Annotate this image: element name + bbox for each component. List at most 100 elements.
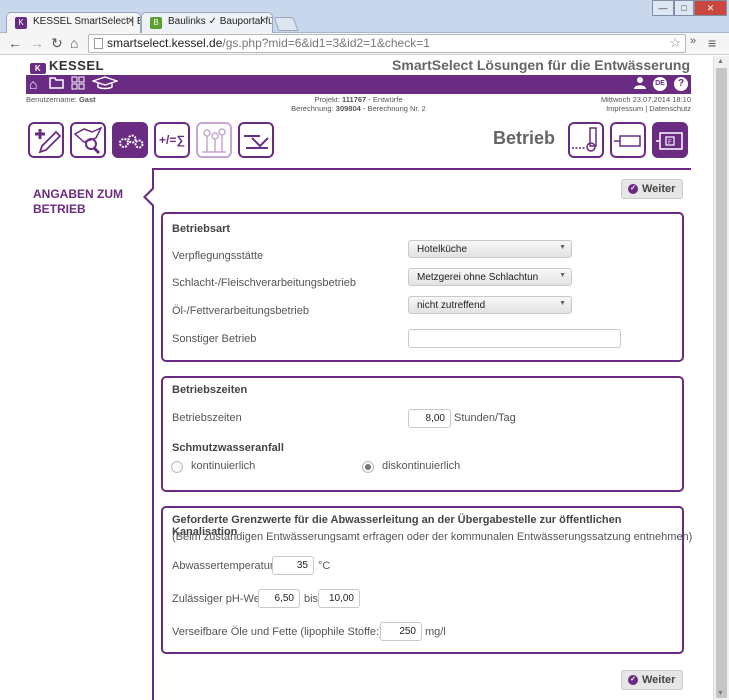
reload-icon[interactable]: ↻ <box>51 35 63 52</box>
home-icon[interactable]: ⌂ <box>70 35 78 51</box>
user-icon[interactable] <box>634 76 646 92</box>
schmutzwasser-title: Schmutzwasseranfall <box>172 442 284 454</box>
graduation-cap-icon[interactable] <box>90 76 120 93</box>
temperature-input[interactable]: 35 <box>272 556 314 575</box>
panel-betriebsart: Betriebsart Verpflegungsstätte Hotelküch… <box>161 212 684 362</box>
sidebar-label-line1: ANGABEN ZUM <box>33 187 123 201</box>
tab-title: KESSEL SmartSelect | Be <box>33 16 141 27</box>
tab-close-icon[interactable]: × <box>260 15 266 27</box>
oele-fette-unit: mg/l <box>425 626 446 638</box>
verpflegung-value: Hotelküche <box>417 244 468 255</box>
back-arrow-icon[interactable]: ← <box>8 35 22 51</box>
kessel-logo[interactable]: K KESSEL <box>30 58 104 74</box>
step-calculation-button[interactable]: +/=∑ <box>154 122 190 158</box>
radio-kontinuierlich[interactable] <box>171 461 183 473</box>
scroll-up-icon[interactable]: ▲ <box>717 58 724 65</box>
address-bar[interactable]: smartselect.kessel.de/gs.php?mid=6&id1=3… <box>88 34 686 53</box>
sidebar-section-label: ANGABEN ZUM BETRIEB <box>33 187 143 217</box>
info-row: Benutzername: Gast Projekt: 111767 - Ent… <box>26 94 691 114</box>
grid-icon[interactable] <box>71 76 85 93</box>
legal-links[interactable]: Impressum | Datenschutz <box>601 104 691 113</box>
tab-close-icon[interactable]: × <box>128 15 134 27</box>
ph-bis-label: bis <box>304 593 319 605</box>
betriebszeiten-label: Betriebszeiten <box>172 412 242 424</box>
diskontinuierlich-label: diskontinuierlich <box>382 460 461 472</box>
extensions-chevron-icon[interactable]: » <box>690 35 696 47</box>
sidebar-pointer-inner <box>146 189 154 205</box>
verpflegung-select[interactable]: Hotelküche ▼ <box>408 240 572 258</box>
panel-title: Betriebsart <box>172 223 231 235</box>
weiter-button-bottom[interactable]: ✓ Weiter <box>621 670 683 690</box>
tab-kessel[interactable]: K KESSEL SmartSelect | Be × <box>6 12 141 33</box>
home-icon[interactable]: ⌂ <box>29 76 37 92</box>
filter-box-icon: F <box>656 132 683 150</box>
tab-title: Baulinks ✓ Bauportal fü <box>168 16 273 27</box>
calc-value: 309804 <box>335 104 361 113</box>
betriebszeiten-unit: Stunden/Tag <box>454 412 516 424</box>
pipe-icon <box>614 135 641 147</box>
svg-text:F: F <box>668 140 672 146</box>
panel-betriebszeiten: Betriebszeiten Betriebszeiten 8,00 Stund… <box>161 376 684 492</box>
chevron-down-icon: ▼ <box>559 300 566 307</box>
check-circle-icon: ✓ <box>628 184 638 194</box>
browser-toolbar: ← → ↻ ⌂ smartselect.kessel.de/gs.php?mid… <box>0 33 729 55</box>
bookmark-star-icon[interactable]: ☆ <box>669 35 681 51</box>
weiter-button-top[interactable]: ✓ Weiter <box>621 179 683 199</box>
weiter-label: Weiter <box>642 183 676 195</box>
option-filter-button[interactable]: F <box>652 122 688 158</box>
minimize-button[interactable]: — <box>652 0 674 16</box>
temperature-unit: °C <box>318 560 331 572</box>
content-frame-top <box>152 168 691 170</box>
maximize-button[interactable]: □ <box>674 0 694 16</box>
project-info: Projekt: 111767 - Entwürfe Berechnung: 3… <box>26 95 691 113</box>
panel-grenzwerte: Geforderte Grenzwerte für die Abwasserle… <box>161 506 692 654</box>
tab-baulinks[interactable]: B Baulinks ✓ Bauportal fü × <box>141 12 273 33</box>
step-betrieb-button[interactable] <box>112 122 148 158</box>
page-heading: Betrieb <box>493 128 556 148</box>
option-pipe-button[interactable] <box>610 122 646 158</box>
scroll-down-icon[interactable]: ▼ <box>717 690 724 697</box>
step-search-button[interactable] <box>70 122 106 158</box>
scroll-thumb[interactable] <box>716 68 727 698</box>
sidebar-label-line2: BETRIEB <box>33 202 86 216</box>
tools-icon <box>244 135 269 149</box>
weiter-label: Weiter <box>642 674 676 686</box>
oel-betrieb-value: nicht zutreffend <box>417 300 486 311</box>
url-path: /gs.php?mid=6&id1=3&id2=1&check=1 <box>222 36 430 50</box>
oel-betrieb-select[interactable]: nicht zutreffend ▼ <box>408 296 572 314</box>
help-icon[interactable]: ? <box>674 77 688 91</box>
kontinuierlich-label: kontinuierlich <box>191 460 256 472</box>
step-new-edit-button[interactable] <box>28 122 64 158</box>
step-products-button[interactable] <box>196 122 232 158</box>
oele-fette-label: Verseifbare Öle und Fette (lipophile Sto… <box>172 626 407 638</box>
betriebszeiten-input[interactable]: 8,00 <box>408 409 451 428</box>
schlacht-select[interactable]: Metzgerei ohne Schlachtun ▼ <box>408 268 572 286</box>
chevron-down-icon: ▼ <box>559 272 566 279</box>
option-separator-button[interactable] <box>568 122 604 158</box>
flowers-icon <box>202 128 226 153</box>
grenzwerte-subtitle: (Beim zuständigen Entwässerungsamt erfra… <box>172 531 693 543</box>
sonstiger-label: Sonstiger Betrieb <box>172 333 257 345</box>
kessel-favicon-icon: K <box>15 17 27 29</box>
ph-min-input[interactable]: 6,50 <box>258 589 300 608</box>
oele-fette-input[interactable]: 250 <box>380 622 422 641</box>
kessel-logo-icon: K <box>30 63 46 74</box>
forward-arrow-icon[interactable]: → <box>30 35 44 51</box>
gears-icon <box>119 134 144 149</box>
new-tab-button[interactable] <box>273 17 299 31</box>
page-scrollbar[interactable]: ▲ ▼ <box>713 56 729 700</box>
baulinks-favicon-icon: B <box>150 17 162 29</box>
ph-max-input[interactable]: 10,00 <box>318 589 360 608</box>
language-badge[interactable]: DE <box>653 77 667 91</box>
close-window-button[interactable]: ✕ <box>694 0 727 16</box>
step-tools-button[interactable] <box>238 122 274 158</box>
url-host: smartselect.kessel.de <box>107 36 223 50</box>
folder-icon[interactable] <box>49 76 64 92</box>
verpflegung-label: Verpflegungsstätte <box>172 250 264 262</box>
radio-diskontinuierlich[interactable] <box>362 461 374 473</box>
menu-icon[interactable]: ≡ <box>708 35 716 51</box>
browser-titlebar: K KESSEL SmartSelect | Be × B Baulinks ✓… <box>0 0 729 33</box>
sonstiger-input[interactable] <box>408 329 621 348</box>
map-search-icon <box>73 126 103 155</box>
separator-tank-icon <box>572 127 597 152</box>
